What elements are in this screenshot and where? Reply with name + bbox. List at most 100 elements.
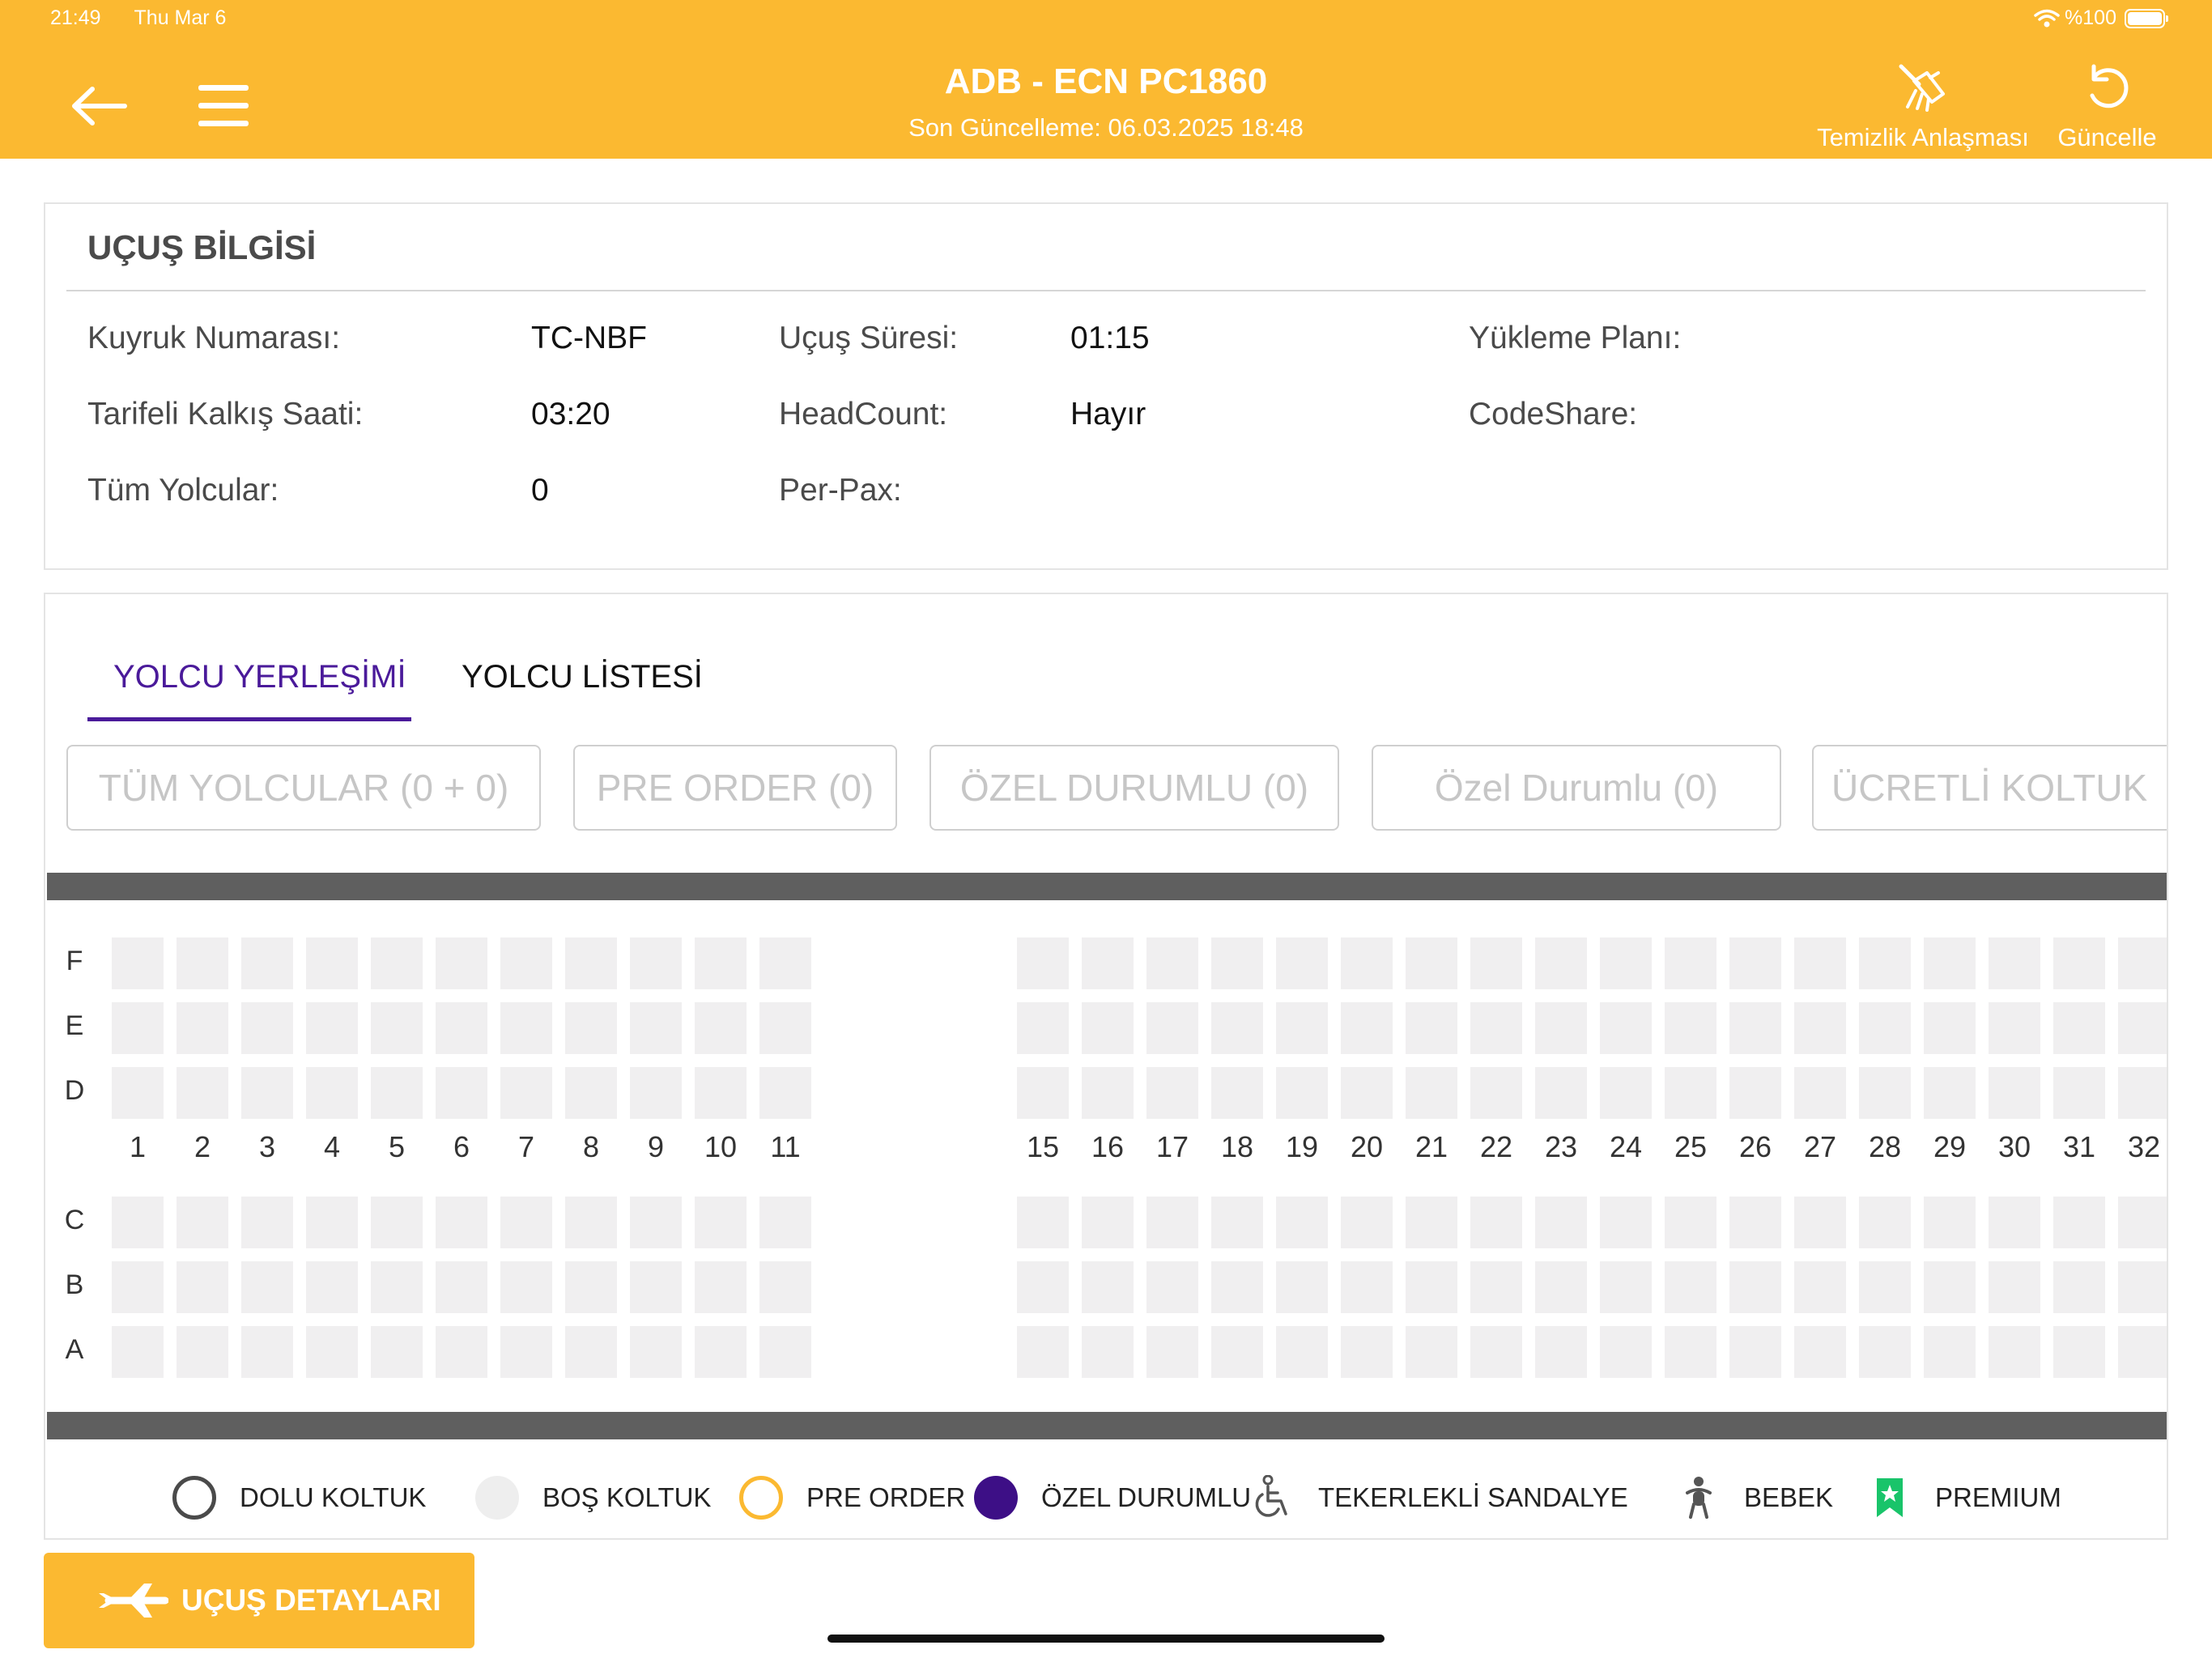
seat-11B[interactable]: [759, 1261, 811, 1313]
seat-32C[interactable]: [2118, 1197, 2167, 1248]
seat-20F[interactable]: [1341, 937, 1393, 989]
seat-29D[interactable]: [1924, 1067, 1976, 1119]
seat-10D[interactable]: [695, 1067, 747, 1119]
seat-1F[interactable]: [112, 937, 164, 989]
seat-19C[interactable]: [1276, 1197, 1328, 1248]
seat-28F[interactable]: [1859, 937, 1911, 989]
seat-21E[interactable]: [1406, 1002, 1457, 1054]
seat-4E[interactable]: [306, 1002, 358, 1054]
seat-7E[interactable]: [500, 1002, 552, 1054]
seat-20A[interactable]: [1341, 1326, 1393, 1378]
seat-27E[interactable]: [1794, 1002, 1846, 1054]
seat-21D[interactable]: [1406, 1067, 1457, 1119]
seat-4B[interactable]: [306, 1261, 358, 1313]
seat-17F[interactable]: [1146, 937, 1198, 989]
seat-8D[interactable]: [565, 1067, 617, 1119]
seat-26B[interactable]: [1729, 1261, 1781, 1313]
seat-30B[interactable]: [1989, 1261, 2040, 1313]
seat-27C[interactable]: [1794, 1197, 1846, 1248]
seat-7D[interactable]: [500, 1067, 552, 1119]
seat-5E[interactable]: [371, 1002, 423, 1054]
seat-4D[interactable]: [306, 1067, 358, 1119]
seat-25D[interactable]: [1665, 1067, 1716, 1119]
seat-10E[interactable]: [695, 1002, 747, 1054]
seat-20E[interactable]: [1341, 1002, 1393, 1054]
seat-29E[interactable]: [1924, 1002, 1976, 1054]
seat-24B[interactable]: [1600, 1261, 1652, 1313]
seat-6B[interactable]: [436, 1261, 487, 1313]
seat-7F[interactable]: [500, 937, 552, 989]
seat-22F[interactable]: [1470, 937, 1522, 989]
filter-paid-seat[interactable]: ÜCRETLİ KOLTUK: [1812, 745, 2167, 831]
seat-3E[interactable]: [241, 1002, 293, 1054]
seat-27A[interactable]: [1794, 1326, 1846, 1378]
seat-5B[interactable]: [371, 1261, 423, 1313]
seat-24C[interactable]: [1600, 1197, 1652, 1248]
seat-16A[interactable]: [1082, 1326, 1134, 1378]
seat-18F[interactable]: [1211, 937, 1263, 989]
seat-9B[interactable]: [630, 1261, 682, 1313]
seat-18A[interactable]: [1211, 1326, 1263, 1378]
seat-19F[interactable]: [1276, 937, 1328, 989]
filter-all-passengers[interactable]: TÜM YOLCULAR (0 + 0): [66, 745, 541, 831]
seat-10F[interactable]: [695, 937, 747, 989]
seat-22D[interactable]: [1470, 1067, 1522, 1119]
seat-21C[interactable]: [1406, 1197, 1457, 1248]
seat-25C[interactable]: [1665, 1197, 1716, 1248]
seat-8C[interactable]: [565, 1197, 617, 1248]
seat-29B[interactable]: [1924, 1261, 1976, 1313]
seat-22B[interactable]: [1470, 1261, 1522, 1313]
seat-2C[interactable]: [177, 1197, 228, 1248]
seat-20B[interactable]: [1341, 1261, 1393, 1313]
filter-special-status-alt[interactable]: Özel Durumlu (0): [1372, 745, 1781, 831]
seat-26C[interactable]: [1729, 1197, 1781, 1248]
seat-26A[interactable]: [1729, 1326, 1781, 1378]
seat-9C[interactable]: [630, 1197, 682, 1248]
seat-19D[interactable]: [1276, 1067, 1328, 1119]
seat-8B[interactable]: [565, 1261, 617, 1313]
seat-31A[interactable]: [2053, 1326, 2105, 1378]
seat-25E[interactable]: [1665, 1002, 1716, 1054]
seat-2D[interactable]: [177, 1067, 228, 1119]
seat-4C[interactable]: [306, 1197, 358, 1248]
seat-4A[interactable]: [306, 1326, 358, 1378]
seat-28B[interactable]: [1859, 1261, 1911, 1313]
seat-29F[interactable]: [1924, 937, 1976, 989]
seat-30A[interactable]: [1989, 1326, 2040, 1378]
seat-27F[interactable]: [1794, 937, 1846, 989]
seat-9E[interactable]: [630, 1002, 682, 1054]
seat-5F[interactable]: [371, 937, 423, 989]
seat-24E[interactable]: [1600, 1002, 1652, 1054]
seat-26E[interactable]: [1729, 1002, 1781, 1054]
seat-31C[interactable]: [2053, 1197, 2105, 1248]
seat-3D[interactable]: [241, 1067, 293, 1119]
seat-16E[interactable]: [1082, 1002, 1134, 1054]
seat-11F[interactable]: [759, 937, 811, 989]
seat-25B[interactable]: [1665, 1261, 1716, 1313]
tab-passenger-list[interactable]: YOLCU LİSTESİ: [462, 659, 703, 695]
seat-24A[interactable]: [1600, 1326, 1652, 1378]
filter-special-status[interactable]: ÖZEL DURUMLU (0): [929, 745, 1339, 831]
seat-31B[interactable]: [2053, 1261, 2105, 1313]
seat-2A[interactable]: [177, 1326, 228, 1378]
seat-26F[interactable]: [1729, 937, 1781, 989]
seat-30E[interactable]: [1989, 1002, 2040, 1054]
seat-32A[interactable]: [2118, 1326, 2167, 1378]
seat-1B[interactable]: [112, 1261, 164, 1313]
seat-24F[interactable]: [1600, 937, 1652, 989]
seat-6F[interactable]: [436, 937, 487, 989]
seat-17A[interactable]: [1146, 1326, 1198, 1378]
seat-6E[interactable]: [436, 1002, 487, 1054]
seat-15D[interactable]: [1017, 1067, 1069, 1119]
seat-8E[interactable]: [565, 1002, 617, 1054]
seat-9D[interactable]: [630, 1067, 682, 1119]
seat-1C[interactable]: [112, 1197, 164, 1248]
seat-11C[interactable]: [759, 1197, 811, 1248]
seat-23D[interactable]: [1535, 1067, 1587, 1119]
seat-28C[interactable]: [1859, 1197, 1911, 1248]
seat-17D[interactable]: [1146, 1067, 1198, 1119]
seat-16D[interactable]: [1082, 1067, 1134, 1119]
tab-passenger-seating[interactable]: YOLCU YERLEŞİMİ: [113, 659, 406, 695]
seat-18B[interactable]: [1211, 1261, 1263, 1313]
seat-4F[interactable]: [306, 937, 358, 989]
